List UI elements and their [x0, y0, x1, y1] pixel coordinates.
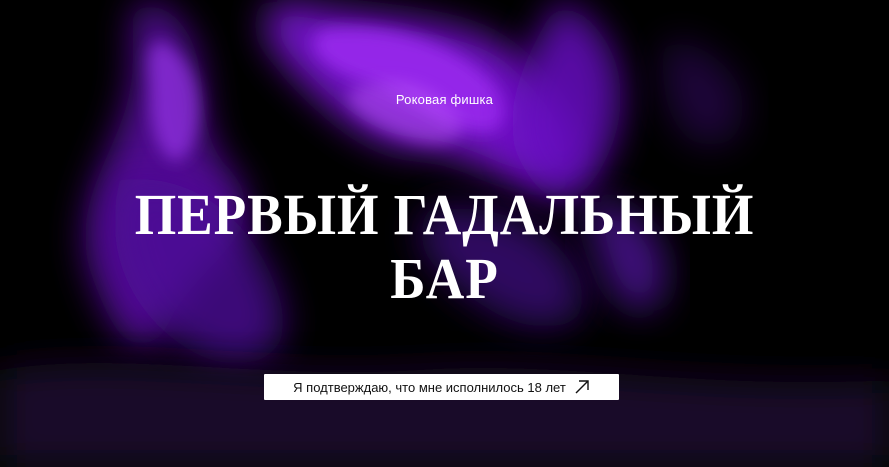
age-confirm-label: Я подтверждаю, что мне исполнилось 18 ле…: [293, 379, 566, 395]
hero-section: Роковая фишка ПЕРВЫЙ ГАДАЛЬНЫЙ БАР Я под…: [0, 0, 889, 467]
title-line-2: БАР: [390, 246, 499, 311]
hero-subtitle: Роковая фишка: [395, 92, 494, 107]
arrow-up-right-icon: [574, 379, 590, 395]
title-line-1: ПЕРВЫЙ ГАДАЛЬНЫЙ: [134, 182, 755, 247]
age-confirm-button[interactable]: Я подтверждаю, что мне исполнилось 18 ле…: [264, 374, 619, 400]
page-title: ПЕРВЫЙ ГАДАЛЬНЫЙ БАР: [36, 183, 854, 311]
